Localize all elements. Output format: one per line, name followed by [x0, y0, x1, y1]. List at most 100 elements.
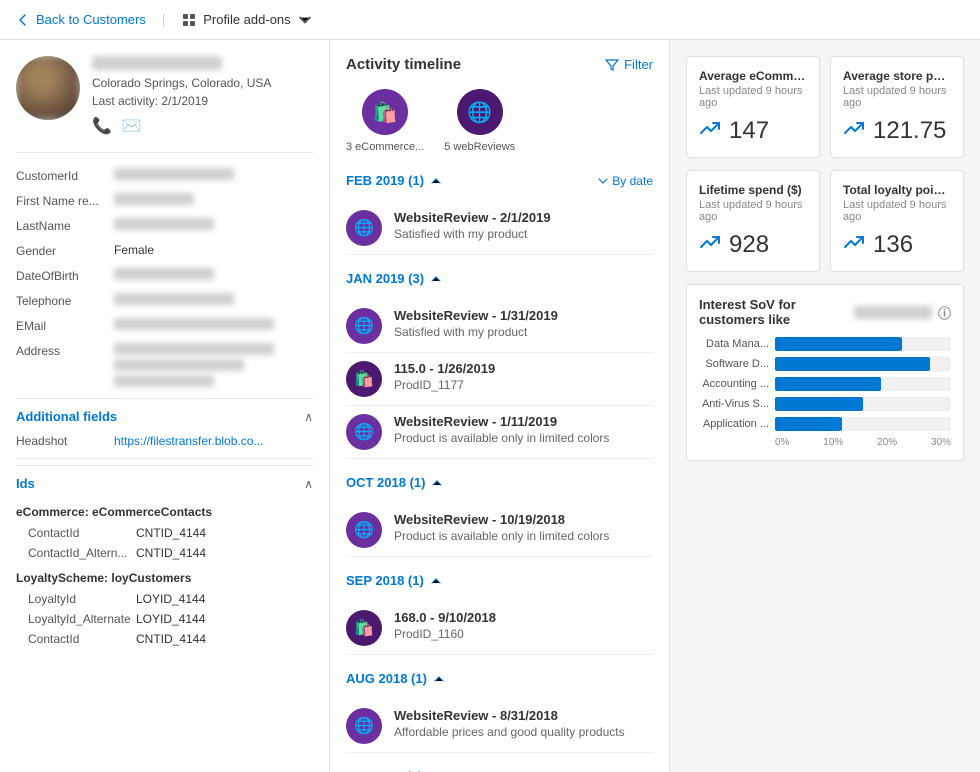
- field-value-email: [114, 318, 274, 330]
- back-to-customers-button[interactable]: Back to Customers: [16, 12, 146, 27]
- metric-subtitle-avg-ecommerce: Last updated 9 hours ago: [699, 85, 807, 109]
- ids-title: Ids: [16, 476, 35, 491]
- field-value-address: [114, 343, 313, 387]
- top-bar: Back to Customers | Profile add-ons: [0, 0, 980, 40]
- timeline-group-header-oct2018: OCT 2018 (1): [346, 475, 653, 494]
- timeline-item-115-jan26: 🛍️ 115.0 - 1/26/2019 ProdID_1177: [346, 353, 653, 406]
- ids-section: Ids ∧ eCommerce: eCommerceContacts Conta…: [16, 458, 313, 649]
- chart-bar-fill-3: [775, 397, 863, 411]
- timeline-content-jan26: 115.0 - 1/26/2019 ProdID_1177: [394, 361, 653, 392]
- profile-header: Colorado Springs, Colorado, USA Last act…: [16, 56, 313, 136]
- additional-fields-chevron[interactable]: ∧: [304, 410, 313, 424]
- timeline-group-feb2019: FEB 2019 (1) By date 🌐 WebsiteReview - 2…: [346, 173, 653, 255]
- chart-x-axis: 0% 10% 20% 30%: [699, 437, 951, 448]
- back-label: Back to Customers: [36, 12, 146, 27]
- middle-panel: Activity timeline Filter 🛍️ 3 eCommerce.…: [330, 40, 670, 772]
- chevron-up-sep-icon: [430, 575, 442, 587]
- chart-bars-container: Data Mana... Software D... Accounting ... A…: [699, 337, 951, 431]
- loyalty-group-title: LoyaltyScheme: loyCustomers: [16, 563, 313, 589]
- timeline-icon-globe-jan31: 🌐: [346, 308, 382, 344]
- phone-icon[interactable]: 📞: [92, 116, 112, 136]
- timeline-desc-feb: Satisfied with my product: [394, 227, 653, 241]
- timeline-title: Activity timeline: [346, 56, 461, 73]
- sort-icon: [597, 175, 609, 187]
- field-row-customerid: CustomerId: [16, 163, 313, 188]
- ids-value-contactid-alt: CNTID_4144: [136, 546, 206, 560]
- timeline-group-jan2019: JAN 2019 (3) 🌐 WebsiteReview - 1/31/2019…: [346, 271, 653, 459]
- group-label-feb2019: FEB 2019 (1): [346, 173, 442, 188]
- ids-value-contactid: CNTID_4144: [136, 526, 206, 540]
- field-value-dob: [114, 268, 214, 280]
- field-value-telephone: [114, 293, 234, 305]
- chart-bar-label-0: Data Mana...: [699, 338, 769, 350]
- ids-field-loyaltyid: LoyaltyId LOYID_4144: [16, 589, 313, 609]
- timeline-item-168-sep10: 🛍️ 168.0 - 9/10/2018 ProdID_1160: [346, 602, 653, 655]
- metric-number-avg-store: 121.75: [873, 117, 946, 145]
- field-label-customerid: CustomerId: [16, 168, 106, 183]
- profile-addons-button[interactable]: Profile add-ons: [181, 12, 312, 28]
- profile-addons-label: Profile add-ons: [203, 12, 290, 27]
- group-label-oct2018: OCT 2018 (1): [346, 475, 443, 490]
- metric-value-avg-ecommerce: 147: [699, 117, 807, 145]
- ids-label-loyaltyid-alt: LoyaltyId_Alternate: [28, 612, 128, 626]
- ecommerce-icon-circle: 🛍️: [362, 89, 408, 135]
- timeline-content-jan11: WebsiteReview - 1/11/2019 Product is ava…: [394, 414, 653, 445]
- ids-field-contactid-alt: ContactId_Altern... CNTID_4144: [16, 543, 313, 563]
- chart-bar-bg-1: [775, 357, 951, 371]
- timeline-content-oct19: WebsiteReview - 10/19/2018 Product is av…: [394, 512, 653, 543]
- additional-fields-header: Additional fields ∧: [16, 398, 313, 430]
- x-label-20: 20%: [877, 437, 897, 448]
- webreviews-icon-label: 5 webReviews: [444, 141, 515, 153]
- chart-bar-label-2: Accounting ...: [699, 378, 769, 390]
- filter-button[interactable]: Filter: [605, 57, 653, 72]
- timeline-group-header-jan2019: JAN 2019 (3): [346, 271, 653, 290]
- ids-chevron[interactable]: ∧: [304, 477, 313, 491]
- timeline-title-aug31: WebsiteReview - 8/31/2018: [394, 708, 653, 723]
- field-label-dob: DateOfBirth: [16, 268, 106, 283]
- sort-by-date-button[interactable]: By date: [597, 174, 653, 188]
- email-icon[interactable]: ✉️: [122, 116, 142, 136]
- field-value-lastname: [114, 218, 214, 230]
- timeline-desc-oct19: Product is available only in limited col…: [394, 529, 653, 543]
- timeline-item-websitereview-jan11: 🌐 WebsiteReview - 1/11/2019 Product is a…: [346, 406, 653, 459]
- field-label-lastname: LastName: [16, 218, 106, 233]
- filter-icon: [605, 58, 619, 72]
- metric-number-lifetime-spend: 928: [729, 231, 769, 259]
- metric-number-avg-ecommerce: 147: [729, 117, 769, 145]
- timeline-content-aug31: WebsiteReview - 8/31/2018 Affordable pri…: [394, 708, 653, 739]
- field-label-telephone: Telephone: [16, 293, 106, 308]
- chart-bar-label-3: Anti-Virus S...: [699, 398, 769, 410]
- info-icon[interactable]: ⓘ: [938, 303, 951, 322]
- chart-bar-bg-3: [775, 397, 951, 411]
- timeline-group-header-feb2019: FEB 2019 (1) By date: [346, 173, 653, 192]
- timeline-group-oct2018: OCT 2018 (1) 🌐 WebsiteReview - 10/19/201…: [346, 475, 653, 557]
- activity-icon-webreviews: 🌐 5 webReviews: [444, 89, 515, 153]
- timeline-item-websitereview-feb: 🌐 WebsiteReview - 2/1/2019 Satisfied wit…: [346, 202, 653, 255]
- metric-value-loyalty-points: 136: [843, 231, 951, 259]
- timeline-item-websitereview-aug31: 🌐 WebsiteReview - 8/31/2018 Affordable p…: [346, 700, 653, 753]
- timeline-desc-sep10: ProdID_1160: [394, 627, 653, 641]
- metric-card-avg-store: Average store purch... Last updated 9 ho…: [830, 56, 964, 158]
- chart-bar-bg-2: [775, 377, 951, 391]
- x-label-0: 0%: [775, 437, 789, 448]
- activity-icons: 🛍️ 3 eCommerce... 🌐 5 webReviews: [346, 89, 653, 153]
- chart-bar-row-3: Anti-Virus S...: [699, 397, 951, 411]
- ids-header: Ids ∧: [16, 465, 313, 497]
- ids-label-contactid: ContactId: [28, 526, 128, 540]
- x-label-30: 30%: [931, 437, 951, 448]
- timeline-icon-bag-sep10: 🛍️: [346, 610, 382, 646]
- timeline-icon-globe-oct19: 🌐: [346, 512, 382, 548]
- metric-subtitle-loyalty-points: Last updated 9 hours ago: [843, 199, 951, 223]
- timeline-group-header-sep2018: SEP 2018 (1): [346, 573, 653, 592]
- ids-value-contactid-standalone: CNTID_4144: [136, 632, 206, 646]
- headshot-value[interactable]: https://filestransfer.blob.co...: [114, 434, 263, 448]
- metric-card-lifetime-spend: Lifetime spend ($) Last updated 9 hours …: [686, 170, 820, 272]
- timeline-title-jan31: WebsiteReview - 1/31/2019: [394, 308, 653, 323]
- chart-bar-fill-2: [775, 377, 881, 391]
- timeline-content-feb: WebsiteReview - 2/1/2019 Satisfied with …: [394, 210, 653, 241]
- field-label-address: Address: [16, 343, 106, 358]
- metric-cards-row-top: Average eCommerc... Last updated 9 hours…: [686, 56, 964, 158]
- chart-bar-row-1: Software D...: [699, 357, 951, 371]
- timeline-item-websitereview-oct19: 🌐 WebsiteReview - 10/19/2018 Product is …: [346, 504, 653, 557]
- timeline-title-jan11: WebsiteReview - 1/11/2019: [394, 414, 653, 429]
